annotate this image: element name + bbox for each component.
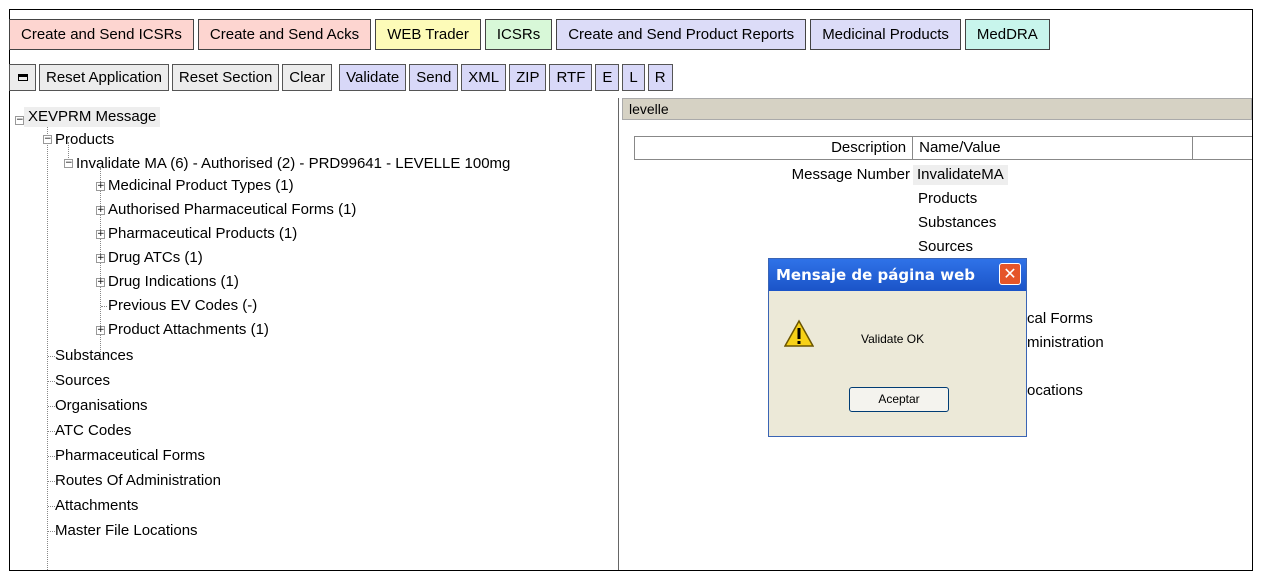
tree-sources[interactable]: Sources bbox=[55, 371, 110, 391]
collapse-icon[interactable]: − bbox=[43, 135, 52, 144]
tree-line bbox=[48, 381, 55, 382]
r-button[interactable]: R bbox=[647, 64, 673, 91]
tree-drug-indications[interactable]: Drug Indications (1) bbox=[108, 272, 239, 292]
dialog-title-bar: Mensaje de página web ✕ bbox=[769, 259, 1026, 291]
tab-create-send-acks[interactable]: Create and Send Acks bbox=[197, 19, 372, 50]
message-number-value[interactable]: InvalidateMA bbox=[913, 165, 1008, 185]
tab-icsrs[interactable]: ICSRs bbox=[484, 19, 553, 50]
tree-line bbox=[48, 356, 55, 357]
tree-root[interactable]: XEVPRM Message bbox=[24, 107, 161, 127]
value-products: Products bbox=[918, 190, 978, 207]
expand-icon[interactable]: + bbox=[96, 206, 105, 215]
value-master-file-locations: ocations bbox=[1027, 382, 1083, 399]
tree-organisations[interactable]: Organisations bbox=[55, 396, 148, 416]
value-substances: Substances bbox=[918, 214, 997, 231]
tree-substances[interactable]: Substances bbox=[55, 346, 133, 366]
tree-pharmaceutical-forms[interactable]: Pharmaceutical Forms bbox=[55, 446, 205, 466]
top-tabs: Create and Send ICSRs Create and Send Ac… bbox=[9, 19, 1050, 50]
tree-line bbox=[48, 481, 55, 482]
xml-button[interactable]: XML bbox=[461, 64, 507, 91]
tree-product-item[interactable]: Invalidate MA (6) - Authorised (2) - PRD… bbox=[76, 154, 510, 174]
tree-routes-of-administration[interactable]: Routes Of Administration bbox=[55, 471, 221, 491]
details-header: levelle bbox=[622, 98, 1252, 120]
tree-line bbox=[48, 506, 55, 507]
expand-icon[interactable]: + bbox=[96, 254, 105, 263]
tree-line bbox=[101, 306, 107, 307]
e-button[interactable]: E bbox=[595, 64, 620, 91]
tree-authorised-pharma-forms[interactable]: Authorised Pharmaceutical Forms (1) bbox=[108, 200, 356, 220]
tree-line bbox=[47, 120, 48, 570]
dialog-message: Validate OK bbox=[861, 332, 925, 346]
validate-button[interactable]: Validate bbox=[339, 64, 407, 91]
window-toggle-button[interactable] bbox=[9, 64, 36, 91]
tree-line bbox=[48, 406, 55, 407]
tree-previous-ev-codes[interactable]: Previous EV Codes (-) bbox=[108, 296, 257, 316]
tree-line bbox=[48, 456, 55, 457]
collapse-icon[interactable]: − bbox=[64, 159, 73, 168]
value-sources: Sources bbox=[918, 238, 974, 255]
tree-products[interactable]: Products bbox=[55, 130, 114, 150]
message-dialog: Mensaje de página web ✕ Validate OK Acep… bbox=[768, 258, 1027, 437]
value-pharmaceutical-forms: cal Forms bbox=[1027, 310, 1093, 327]
tree-master-file-locations[interactable]: Master File Locations bbox=[55, 521, 198, 541]
clear-button[interactable]: Clear bbox=[282, 64, 333, 91]
l-button[interactable]: L bbox=[622, 64, 645, 91]
xevprm-tree: − XEVPRM Message − Products − Invalidate… bbox=[11, 98, 619, 570]
reset-application-button[interactable]: Reset Application bbox=[39, 64, 169, 91]
tab-create-send-icsrs[interactable]: Create and Send ICSRs bbox=[9, 19, 194, 50]
dialog-title: Mensaje de página web bbox=[776, 266, 976, 284]
tab-web-trader[interactable]: WEB Trader bbox=[375, 19, 481, 50]
tree-medicinal-product-types[interactable]: Medicinal Product Types (1) bbox=[108, 176, 294, 196]
expand-icon[interactable]: + bbox=[96, 278, 105, 287]
collapse-icon[interactable]: − bbox=[15, 116, 24, 125]
value-routes-of-administration: ministration bbox=[1027, 334, 1104, 351]
reset-section-button[interactable]: Reset Section bbox=[171, 64, 280, 91]
warning-icon bbox=[784, 319, 814, 347]
expand-icon[interactable]: + bbox=[96, 182, 105, 191]
col-empty bbox=[1193, 137, 1252, 159]
send-button[interactable]: Send bbox=[409, 64, 459, 91]
tree-atc-codes[interactable]: ATC Codes bbox=[55, 421, 131, 441]
window-icon bbox=[17, 74, 28, 81]
tree-pharmaceutical-products[interactable]: Pharmaceutical Products (1) bbox=[108, 224, 297, 244]
tree-product-attachments[interactable]: Product Attachments (1) bbox=[108, 320, 269, 340]
col-description[interactable]: Description bbox=[635, 137, 914, 159]
tab-medicinal-products[interactable]: Medicinal Products bbox=[810, 19, 961, 50]
grid-header: Description Name/Value bbox=[634, 136, 1252, 160]
close-icon[interactable]: ✕ bbox=[999, 263, 1021, 285]
message-number-label: Message Number bbox=[791, 166, 910, 183]
ok-button[interactable]: Aceptar bbox=[849, 387, 949, 412]
tab-create-send-product-reports[interactable]: Create and Send Product Reports bbox=[556, 19, 807, 50]
rtf-button[interactable]: RTF bbox=[549, 64, 593, 91]
toolbar: Reset Application Reset Section Clear Va… bbox=[9, 64, 673, 91]
expand-icon[interactable]: + bbox=[96, 326, 105, 335]
tree-line bbox=[48, 431, 55, 432]
tab-meddra[interactable]: MedDRA bbox=[964, 19, 1050, 50]
expand-icon[interactable]: + bbox=[96, 230, 105, 239]
tree-line bbox=[48, 531, 55, 532]
tree-drug-atcs[interactable]: Drug ATCs (1) bbox=[108, 248, 203, 268]
tree-attachments[interactable]: Attachments bbox=[55, 496, 138, 516]
col-name-value[interactable]: Name/Value bbox=[913, 137, 1194, 159]
zip-button[interactable]: ZIP bbox=[509, 64, 547, 91]
